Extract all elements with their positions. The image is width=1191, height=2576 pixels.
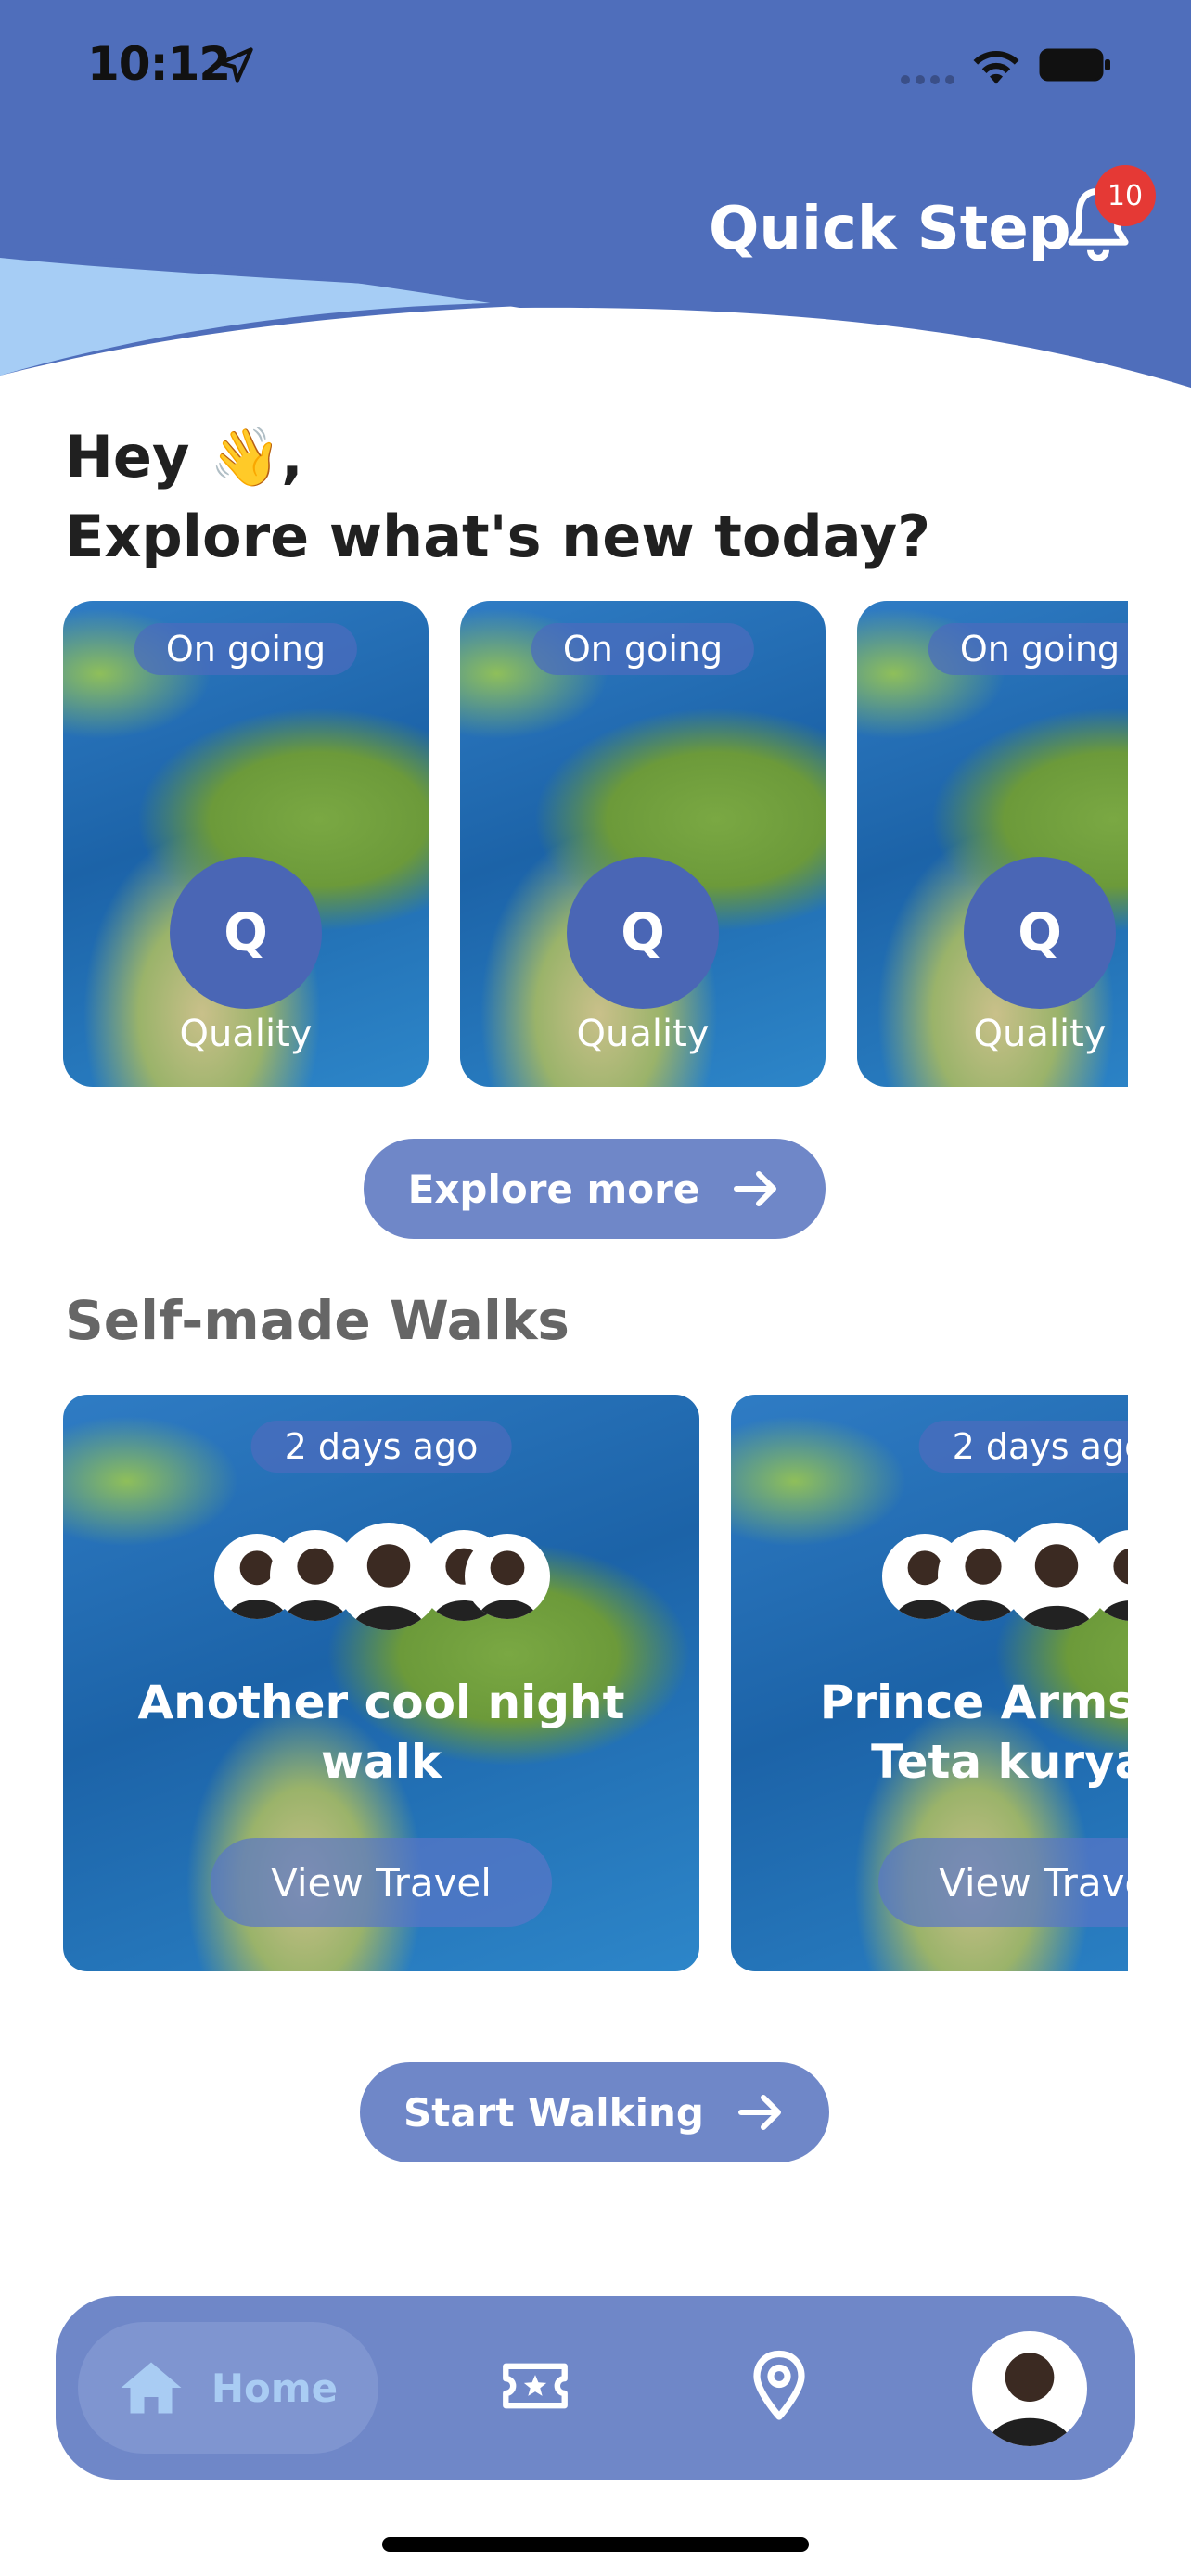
walk-title-line-2: walk — [320, 1735, 442, 1789]
quality-card[interactable]: On going Q Quality — [857, 601, 1128, 1087]
quality-label: Quality — [973, 1013, 1107, 1055]
arrow-right-icon — [734, 1171, 777, 1206]
time-ago-pill: 2 days ago — [918, 1421, 1128, 1473]
nav-home-label: Home — [211, 2365, 339, 2411]
ticket-icon[interactable] — [501, 2355, 570, 2417]
explore-more-label: Explore more — [407, 1166, 700, 1212]
section-title-walks: Self-made Walks — [65, 1289, 570, 1352]
quality-initial-circle: Q — [567, 857, 719, 1009]
walk-title: Prince Armstrong Teta kurya ibi — [749, 1673, 1128, 1792]
participants-avatars — [214, 1523, 550, 1634]
cellular-signal-icon — [901, 75, 954, 84]
quality-card-carousel[interactable]: On going Q Quality On going Q Quality On… — [63, 601, 1128, 1087]
greeting-line-2: Explore what's new today? — [65, 503, 931, 570]
app-header: 10:12 Quick Step 10 — [0, 0, 1191, 399]
walk-title-line-1: Another cool night — [137, 1676, 625, 1729]
avatar — [465, 1534, 550, 1619]
view-travel-button[interactable]: View Travel — [878, 1838, 1128, 1927]
location-pin-icon[interactable] — [751, 2350, 807, 2422]
walk-card[interactable]: 2 days ago Another cool night walk View … — [63, 1395, 699, 1971]
quality-initial-circle: Q — [964, 857, 1116, 1009]
greeting: Hey 👋, Explore what's new today? — [65, 417, 930, 577]
status-pill: On going — [134, 623, 358, 675]
profile-photo-icon — [986, 2353, 1073, 2446]
notification-badge: 10 — [1095, 165, 1156, 226]
nav-item-home[interactable]: Home — [78, 2322, 378, 2454]
start-walking-label: Start Walking — [403, 2089, 704, 2136]
participants-avatars — [882, 1523, 1128, 1634]
quality-label: Quality — [576, 1013, 710, 1055]
wifi-icon — [973, 50, 1019, 84]
walk-card[interactable]: 2 days ago Prince Armstrong Teta kurya i… — [731, 1395, 1128, 1971]
time-ago-pill: 2 days ago — [250, 1421, 512, 1473]
app-title: Quick Step — [709, 195, 1071, 263]
view-travel-button[interactable]: View Travel — [211, 1838, 552, 1927]
walks-carousel[interactable]: 2 days ago Another cool night walk View … — [63, 1395, 1128, 1971]
home-indicator — [382, 2537, 809, 2552]
walk-title-line-1: Prince Armstrong — [819, 1676, 1128, 1729]
home-icon — [121, 2362, 182, 2414]
quality-card[interactable]: On going Q Quality — [63, 601, 429, 1087]
quality-card[interactable]: On going Q Quality — [460, 601, 826, 1087]
quality-label: Quality — [179, 1013, 313, 1055]
status-pill: On going — [531, 623, 755, 675]
battery-icon — [1039, 48, 1110, 82]
status-time: 10:12 — [87, 37, 231, 91]
walk-title-line-2: Teta kurya ibi — [871, 1735, 1128, 1789]
status-pill: On going — [928, 623, 1128, 675]
arrow-right-icon — [737, 2095, 781, 2130]
start-walking-button[interactable]: Start Walking — [360, 2062, 829, 2162]
greeting-line-1: Hey 👋, — [65, 423, 303, 491]
walk-title: Another cool night walk — [82, 1673, 681, 1792]
bottom-navigation: Home — [56, 2296, 1135, 2480]
quality-initial-circle: Q — [170, 857, 322, 1009]
location-arrow-icon — [218, 47, 253, 83]
profile-avatar[interactable] — [972, 2331, 1087, 2446]
explore-more-button[interactable]: Explore more — [364, 1139, 826, 1239]
